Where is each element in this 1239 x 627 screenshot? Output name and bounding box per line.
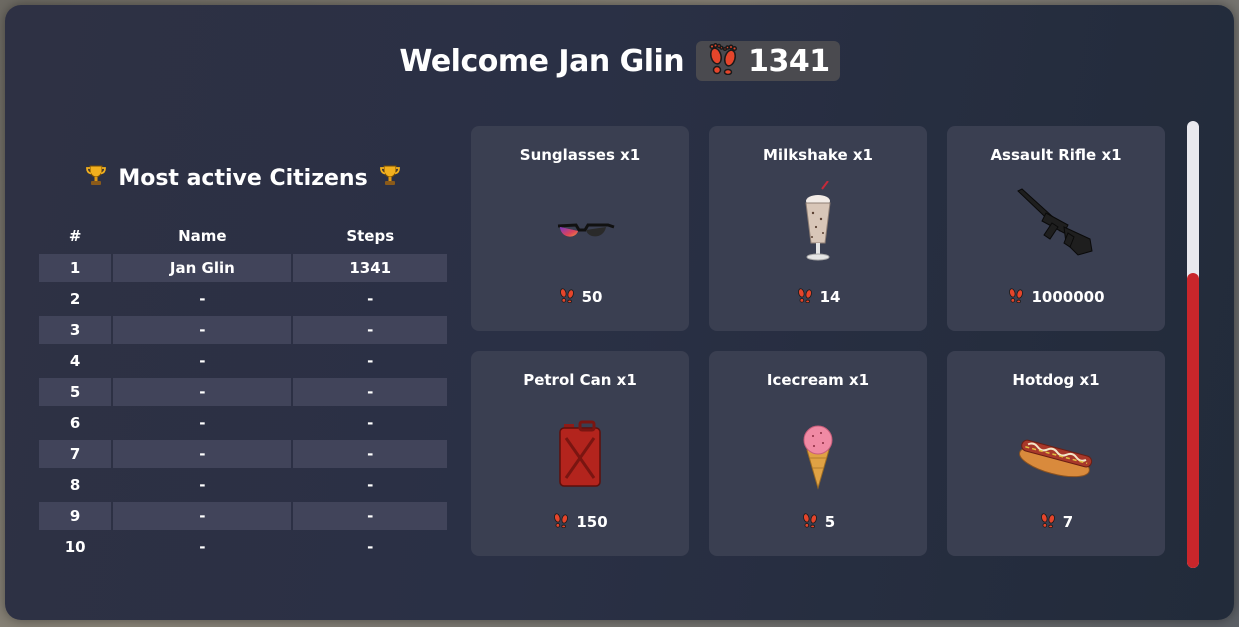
- table-row: 10 - -: [39, 533, 447, 561]
- column-header-steps: Steps: [346, 227, 395, 245]
- name-cell: -: [113, 502, 292, 530]
- shop-item-price-value: 7: [1062, 512, 1074, 531]
- table-row: 6 - -: [39, 409, 447, 437]
- shop-item-price-value: 5: [824, 512, 836, 531]
- column-header-name: Name: [178, 227, 227, 245]
- shop-item-card-hotdog[interactable]: Hotdog x1 7: [947, 351, 1165, 556]
- shop-item-price-value: 50: [581, 287, 603, 306]
- petrol-can-icon: [530, 406, 630, 506]
- shop-item-price-value: 150: [576, 512, 608, 531]
- leaderboard-header-row: # Name Steps: [39, 221, 447, 251]
- table-row: 5 - -: [39, 378, 447, 406]
- shop-scrollbar-thumb[interactable]: [1187, 273, 1199, 568]
- name-cell: -: [113, 378, 292, 406]
- shop-item-card-petrol-can[interactable]: Petrol Can x1 150: [471, 351, 689, 556]
- steps-balance-value: 1341: [748, 43, 830, 79]
- footprints-icon: [552, 511, 570, 532]
- hotdog-icon: [1006, 406, 1106, 506]
- shop-item-price: 150: [471, 511, 689, 532]
- shop-item-card-icecream[interactable]: Icecream x1 5: [709, 351, 927, 556]
- shop-item-card-sunglasses[interactable]: Sunglasses x1 50: [471, 126, 689, 331]
- footprints-icon: [801, 511, 819, 532]
- shop-item-price: 14: [709, 286, 927, 307]
- steps-cell: -: [293, 502, 447, 530]
- shop-item-price: 5: [709, 511, 927, 532]
- table-row: 4 - -: [39, 347, 447, 375]
- leaderboard-title-text: Most active Citizens: [118, 165, 368, 191]
- table-row: 9 - -: [39, 502, 447, 530]
- table-row: 7 - -: [39, 440, 447, 468]
- name-cell: -: [199, 290, 206, 308]
- rank-cell: 6: [69, 414, 81, 432]
- table-row: 3 - -: [39, 316, 447, 344]
- shop-item-card-milkshake[interactable]: Milkshake x1 14: [709, 126, 927, 331]
- welcome-title: Welcome Jan Glin: [399, 43, 685, 79]
- shop-item-price-value: 1000000: [1031, 287, 1105, 306]
- rank-cell: 9: [39, 502, 112, 530]
- footprints-icon: [1007, 286, 1025, 307]
- name-cell: -: [199, 538, 206, 556]
- assault-rifle-icon: [1006, 181, 1106, 281]
- shop-item-price: 50: [471, 286, 689, 307]
- rank-cell: 5: [39, 378, 112, 406]
- rank-cell: 2: [69, 290, 81, 308]
- rank-cell: 1: [39, 254, 112, 282]
- shop-item-price-value: 14: [819, 287, 841, 306]
- shop-item-title: Hotdog x1: [1012, 371, 1100, 389]
- shop-item-title: Assault Rifle x1: [990, 146, 1122, 164]
- rank-cell: 4: [69, 352, 81, 370]
- steps-cell: 1341: [293, 254, 447, 282]
- milkshake-icon: [768, 180, 868, 281]
- name-cell: -: [113, 440, 292, 468]
- name-cell: Jan Glin: [113, 254, 292, 282]
- leaderboard-title: Most active Citizens: [37, 163, 449, 193]
- name-cell: -: [199, 414, 206, 432]
- shop-item-title: Sunglasses x1: [519, 146, 641, 164]
- column-header-rank: #: [68, 227, 82, 245]
- steps-cell: -: [293, 378, 447, 406]
- steps-cell: -: [367, 290, 374, 308]
- steps-cell: -: [293, 440, 447, 468]
- sunglasses-icon: [530, 181, 630, 281]
- rank-cell: 7: [39, 440, 112, 468]
- shop-item-price: 7: [947, 511, 1165, 532]
- steps-balance-badge: 1341: [696, 41, 840, 81]
- welcome-header: Welcome Jan Glin 1341: [0, 41, 1239, 81]
- shop-item-grid: Sunglasses x1 50 Milkshake x1 14 Assault…: [471, 126, 1166, 557]
- icecream-icon: [768, 406, 868, 506]
- table-row: 1 Jan Glin 1341: [39, 254, 447, 282]
- steps-cell: -: [293, 316, 447, 344]
- name-cell: -: [199, 352, 206, 370]
- name-cell: -: [113, 316, 292, 344]
- trophy-icon: [84, 163, 108, 193]
- steps-cell: -: [367, 538, 374, 556]
- shop-item-price: 1000000: [947, 286, 1165, 307]
- steps-cell: -: [367, 476, 374, 494]
- shop-item-title: Petrol Can x1: [523, 371, 637, 389]
- footprints-icon: [1039, 511, 1057, 532]
- footprints-icon: [558, 286, 576, 307]
- rank-cell: 3: [39, 316, 112, 344]
- table-row: 2 - -: [39, 285, 447, 313]
- rank-cell: 8: [69, 476, 81, 494]
- shop-item-title: Icecream x1: [766, 371, 870, 389]
- shop-item-title: Milkshake x1: [763, 146, 873, 164]
- table-row: 8 - -: [39, 471, 447, 499]
- name-cell: -: [199, 476, 206, 494]
- footprints-icon: [796, 286, 814, 307]
- trophy-icon: [378, 163, 402, 193]
- shop-scrollbar[interactable]: [1187, 121, 1199, 568]
- steps-cell: -: [367, 414, 374, 432]
- footprints-icon: [706, 43, 740, 79]
- shop-item-card-assault-rifle[interactable]: Assault Rifle x1 1000000: [947, 126, 1165, 331]
- leaderboard-table: # Name Steps 1 Jan Glin 1341 2 - - 3 - -…: [37, 218, 449, 564]
- steps-cell: -: [367, 352, 374, 370]
- rank-cell: 10: [64, 538, 86, 556]
